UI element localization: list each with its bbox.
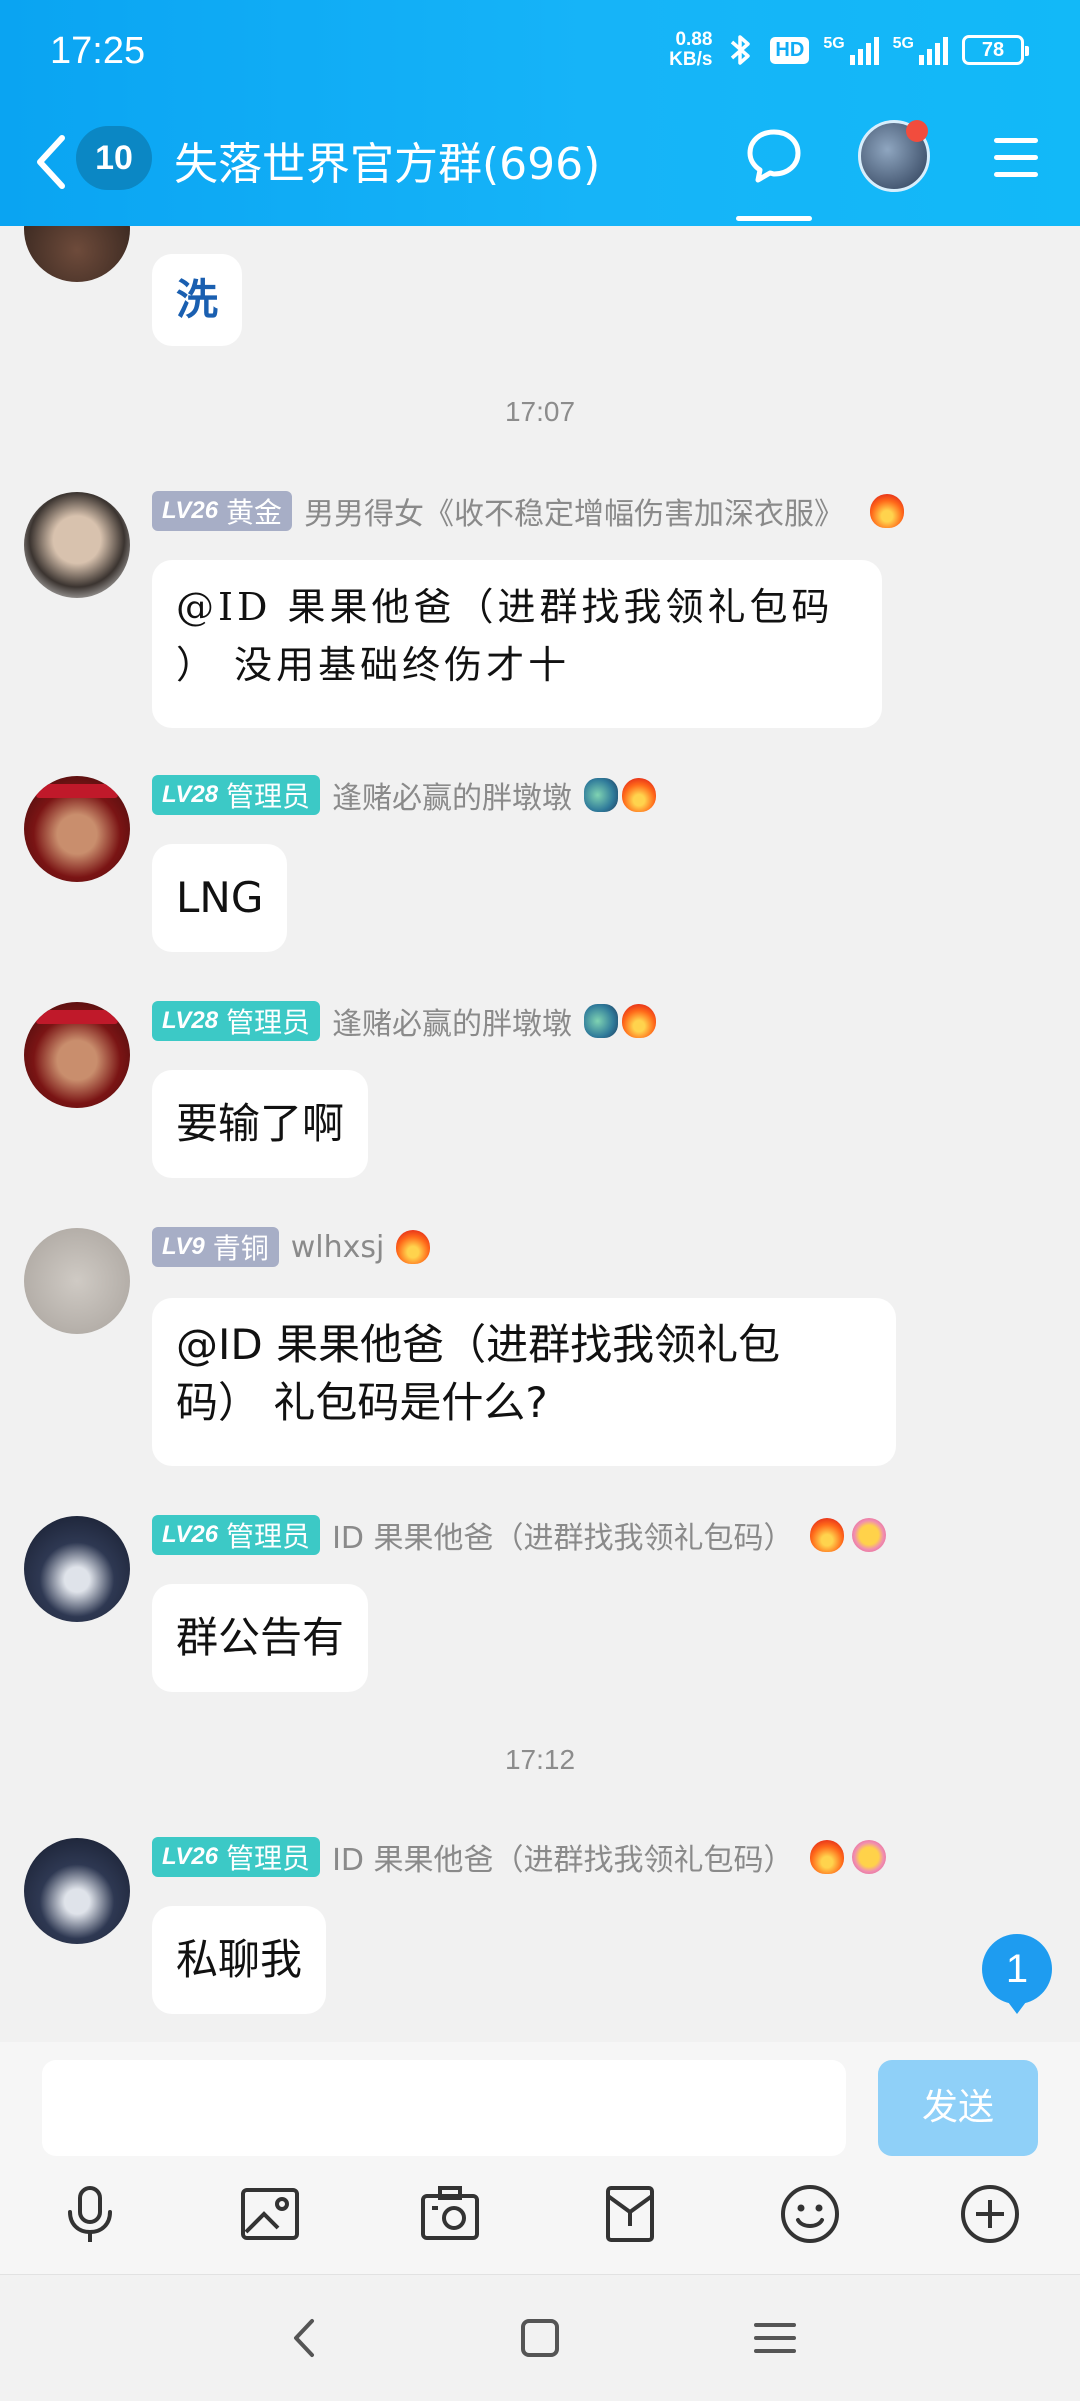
rank-title: 青铜 xyxy=(212,1232,269,1265)
message-list[interactable]: 洗 17:07 LV26 黄金 男男得女《收不稳定增幅伤害加深衣服》 @ID 果… xyxy=(0,226,1080,2042)
system-back-icon[interactable] xyxy=(280,2313,330,2363)
level-badge: LV26 管理员 xyxy=(152,1837,321,1877)
level-badge: LV28 管理员 xyxy=(152,775,321,815)
chat-header: 17:25 0.88 KB/s HD 5G 5G 78 xyxy=(0,0,1080,226)
status-indicators: 0.88 KB/s HD 5G 5G 78 xyxy=(669,30,1029,70)
fire-icon xyxy=(396,1230,431,1264)
message-bubble[interactable]: 洗 xyxy=(152,254,243,346)
message-bubble[interactable]: @ID 果果他爸（进群找我领礼包码 ） 没用基础终伤才十 xyxy=(152,560,882,728)
level-badge: LV28 管理员 xyxy=(152,1001,321,1041)
image-icon[interactable] xyxy=(238,2182,302,2246)
message-line: 码） 礼包码是什么? xyxy=(176,1378,548,1427)
system-navigation-bar xyxy=(0,2274,1080,2401)
chat-bubble-icon[interactable] xyxy=(744,126,804,186)
message-bubble[interactable]: LNG xyxy=(152,844,288,952)
level-badge: LV26 黄金 xyxy=(152,491,293,531)
network-speed: 0.88 KB/s xyxy=(669,30,712,70)
sim1-label: 5G xyxy=(823,35,845,52)
avatar[interactable] xyxy=(24,226,130,282)
smile-badge-icon xyxy=(851,1840,886,1874)
unread-count-badge[interactable]: 10 xyxy=(76,126,152,190)
sender-meta: LV9 青铜 wlhxsj xyxy=(152,1226,431,1268)
sender-meta: LV26 管理员 ID 果果他爸（进群找我领礼包码） xyxy=(152,1514,886,1556)
avatar[interactable] xyxy=(24,492,130,598)
level-badge: LV26 管理员 xyxy=(152,1515,321,1555)
microphone-icon[interactable] xyxy=(58,2182,122,2246)
message-line: @ID 果果他爸（进群找我领礼包 xyxy=(176,1320,781,1369)
bluetooth-icon xyxy=(731,35,751,65)
rank-title: 黄金 xyxy=(226,496,283,529)
avatar[interactable] xyxy=(24,1002,130,1108)
avatar[interactable] xyxy=(24,1516,130,1622)
level-text: LV26 xyxy=(162,497,219,524)
red-packet-icon[interactable] xyxy=(598,2182,662,2246)
hd-voice-badge: HD xyxy=(770,36,810,64)
signal-sim1-icon: 5G xyxy=(823,35,879,65)
menu-icon[interactable] xyxy=(994,138,1038,178)
level-text: LV9 xyxy=(162,1233,205,1260)
input-toolbar xyxy=(0,2182,1080,2274)
sender-nickname[interactable]: wlhxsj xyxy=(291,1230,385,1265)
status-bar: 17:25 0.88 KB/s HD 5G 5G 78 xyxy=(0,0,1080,104)
sender-meta: LV28 管理员 逢赌必赢的胖墩墩 xyxy=(152,999,657,1043)
system-home-icon[interactable] xyxy=(515,2313,565,2363)
level-text: LV26 xyxy=(162,1843,219,1870)
new-message-badge[interactable]: 1 xyxy=(982,1934,1052,2014)
fire-icon xyxy=(809,1518,844,1552)
sender-nickname[interactable]: 男男得女《收不稳定增幅伤害加深衣服》 xyxy=(304,489,844,533)
battery-level: 78 xyxy=(981,39,1005,61)
rank-title: 管理员 xyxy=(226,1520,311,1553)
sender-nickname[interactable]: ID 果果他爸（进群找我领礼包码） xyxy=(332,1835,793,1879)
network-speed-value: 0.88 xyxy=(675,29,713,50)
time-divider: 17:12 xyxy=(504,1744,576,1775)
dragon-icon xyxy=(584,1004,619,1038)
level-text: LV28 xyxy=(162,1007,219,1034)
message-input[interactable] xyxy=(42,2060,846,2156)
back-arrow-icon[interactable] xyxy=(30,132,70,192)
message-bubble[interactable]: 私聊我 xyxy=(152,1906,327,2014)
time-divider: 17:07 xyxy=(504,396,576,427)
message-bubble[interactable]: 要输了啊 xyxy=(152,1070,369,1178)
send-button[interactable]: 发送 xyxy=(878,2060,1038,2156)
system-recents-icon[interactable] xyxy=(750,2313,800,2363)
fire-icon xyxy=(870,494,905,528)
sender-nickname[interactable]: 逢赌必赢的胖墩墩 xyxy=(332,999,572,1043)
group-title[interactable]: 失落世界官方群(696) xyxy=(174,128,600,192)
rank-title: 管理员 xyxy=(226,1842,311,1875)
message-bubble[interactable]: @ID 果果他爸（进群找我领礼包 码） 礼包码是什么? xyxy=(152,1298,896,1466)
smile-badge-icon xyxy=(851,1518,886,1552)
sim2-label: 5G xyxy=(892,35,914,52)
rank-title: 管理员 xyxy=(226,780,311,813)
avatar[interactable] xyxy=(24,1228,130,1334)
rank-title: 管理员 xyxy=(226,1006,311,1039)
chat-tab-indicator xyxy=(736,216,812,221)
composer: 发送 xyxy=(0,2042,1080,2274)
notification-dot xyxy=(906,120,928,142)
signal-sim2-icon: 5G xyxy=(893,35,948,65)
level-text: LV26 xyxy=(162,1521,219,1548)
sender-meta: LV28 管理员 逢赌必赢的胖墩墩 xyxy=(152,773,657,817)
sender-meta: LV26 管理员 ID 果果他爸（进群找我领礼包码） xyxy=(152,1836,886,1878)
network-speed-unit: KB/s xyxy=(669,49,713,70)
fire-icon xyxy=(622,778,657,812)
avatar[interactable] xyxy=(24,1838,130,1944)
camera-icon[interactable] xyxy=(418,2182,482,2246)
emoji-icon[interactable] xyxy=(778,2182,842,2246)
sender-meta: LV26 黄金 男男得女《收不稳定增幅伤害加深衣服》 xyxy=(152,489,905,533)
status-time: 17:25 xyxy=(50,30,146,72)
plus-icon[interactable] xyxy=(958,2182,1022,2246)
avatar[interactable] xyxy=(24,776,130,882)
dragon-icon xyxy=(584,778,619,812)
fire-icon xyxy=(622,1004,657,1038)
sender-nickname[interactable]: ID 果果他爸（进群找我领礼包码） xyxy=(332,1513,793,1557)
level-badge: LV9 青铜 xyxy=(152,1227,279,1267)
battery-icon: 78 xyxy=(962,35,1029,65)
level-text: LV28 xyxy=(162,781,219,808)
message-bubble[interactable]: 群公告有 xyxy=(152,1584,369,1692)
fire-icon xyxy=(809,1840,844,1874)
sender-nickname[interactable]: 逢赌必赢的胖墩墩 xyxy=(332,773,572,817)
